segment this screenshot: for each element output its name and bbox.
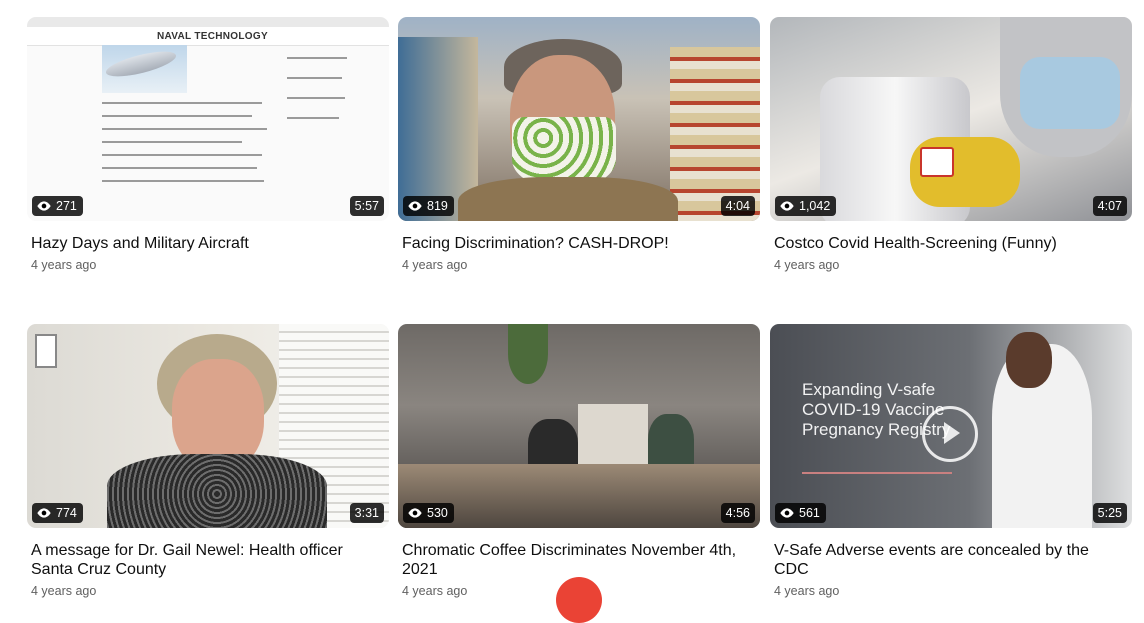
duration-badge: 5:57 [349,196,384,216]
store-shelf [670,47,760,221]
product-label [920,147,954,177]
person-scarf [107,454,327,528]
view-count-badge: 271 [32,196,83,216]
duration-badge: 4:56 [720,503,755,523]
doctor-face [1006,332,1052,388]
view-count: 271 [56,199,77,213]
text-line [802,472,952,474]
video-title[interactable]: Facing Discrimination? CASH-DROP! [402,234,754,253]
eye-icon [408,508,422,518]
person-jacket [458,177,678,221]
video-age: 4 years ago [31,258,97,272]
video-title[interactable]: Hazy Days and Military Aircraft [31,234,383,253]
duration-badge: 5:25 [1092,503,1127,523]
video-thumbnail[interactable]: 1,042 4:07 [770,17,1132,221]
eye-icon [408,201,422,211]
text-line [287,97,345,99]
video-age: 4 years ago [402,258,468,272]
face-mask [1020,57,1120,129]
video-title[interactable]: V-Safe Adverse events are concealed by t… [774,541,1126,579]
cafe-sign [578,404,648,464]
video-title[interactable]: Chromatic Coffee Discriminates November … [402,541,754,579]
wall-frame [35,334,57,368]
video-thumbnail[interactable]: Expanding V-safe COVID-19 Vaccine Pregna… [770,324,1132,528]
duration-badge: 4:07 [1092,196,1127,216]
video-age: 4 years ago [774,258,840,272]
duration-badge: 4:04 [720,196,755,216]
eye-icon [780,201,794,211]
video-card[interactable]: Expanding V-safe COVID-19 Vaccine Pregna… [770,324,1132,598]
video-age: 4 years ago [31,584,97,598]
video-card[interactable]: 774 3:31 A message for Dr. Gail Newel: H… [27,324,389,598]
view-count: 1,042 [799,199,831,213]
video-card[interactable]: 530 4:56 Chromatic Coffee Discriminates … [398,324,760,598]
floating-action-button[interactable] [556,577,602,623]
view-count: 819 [427,199,448,213]
text-line [102,167,257,169]
video-thumbnail[interactable]: NAVAL TECHNOLOGY 271 5:57 [27,17,389,221]
text-line [287,77,342,79]
view-count-badge: 819 [403,196,454,216]
view-count: 561 [799,506,820,520]
hanging-plant [508,324,548,384]
video-thumbnail[interactable]: 530 4:56 [398,324,760,528]
text-line [287,57,347,59]
video-title[interactable]: A message for Dr. Gail Newel: Health off… [31,541,383,579]
text-line [102,128,267,130]
eye-icon [37,201,51,211]
text-line [102,180,264,182]
text-line [287,117,339,119]
site-brand: NAVAL TECHNOLOGY [157,31,268,42]
video-age: 4 years ago [774,584,840,598]
view-count-badge: 561 [775,503,826,523]
view-count-badge: 774 [32,503,83,523]
video-card[interactable]: 819 4:04 Facing Discrimination? CASH-DRO… [398,17,760,272]
view-count: 774 [56,506,77,520]
duration-badge: 3:31 [349,503,384,523]
video-thumbnail[interactable]: 819 4:04 [398,17,760,221]
view-count-badge: 1,042 [775,196,837,216]
text-line [102,102,262,104]
eye-icon [780,508,794,518]
video-card[interactable]: NAVAL TECHNOLOGY 271 5:57 Hazy Days and … [27,17,389,272]
video-card[interactable]: 1,042 4:07 Costco Covid Health-Screening… [770,17,1132,272]
text-line [102,154,262,156]
video-thumbnail[interactable]: 774 3:31 [27,324,389,528]
play-icon[interactable] [922,406,978,462]
text-line [102,115,252,117]
view-count: 530 [427,506,448,520]
video-title[interactable]: Costco Covid Health-Screening (Funny) [774,234,1126,253]
eye-icon [37,508,51,518]
text-line [102,141,242,143]
view-count-badge: 530 [403,503,454,523]
